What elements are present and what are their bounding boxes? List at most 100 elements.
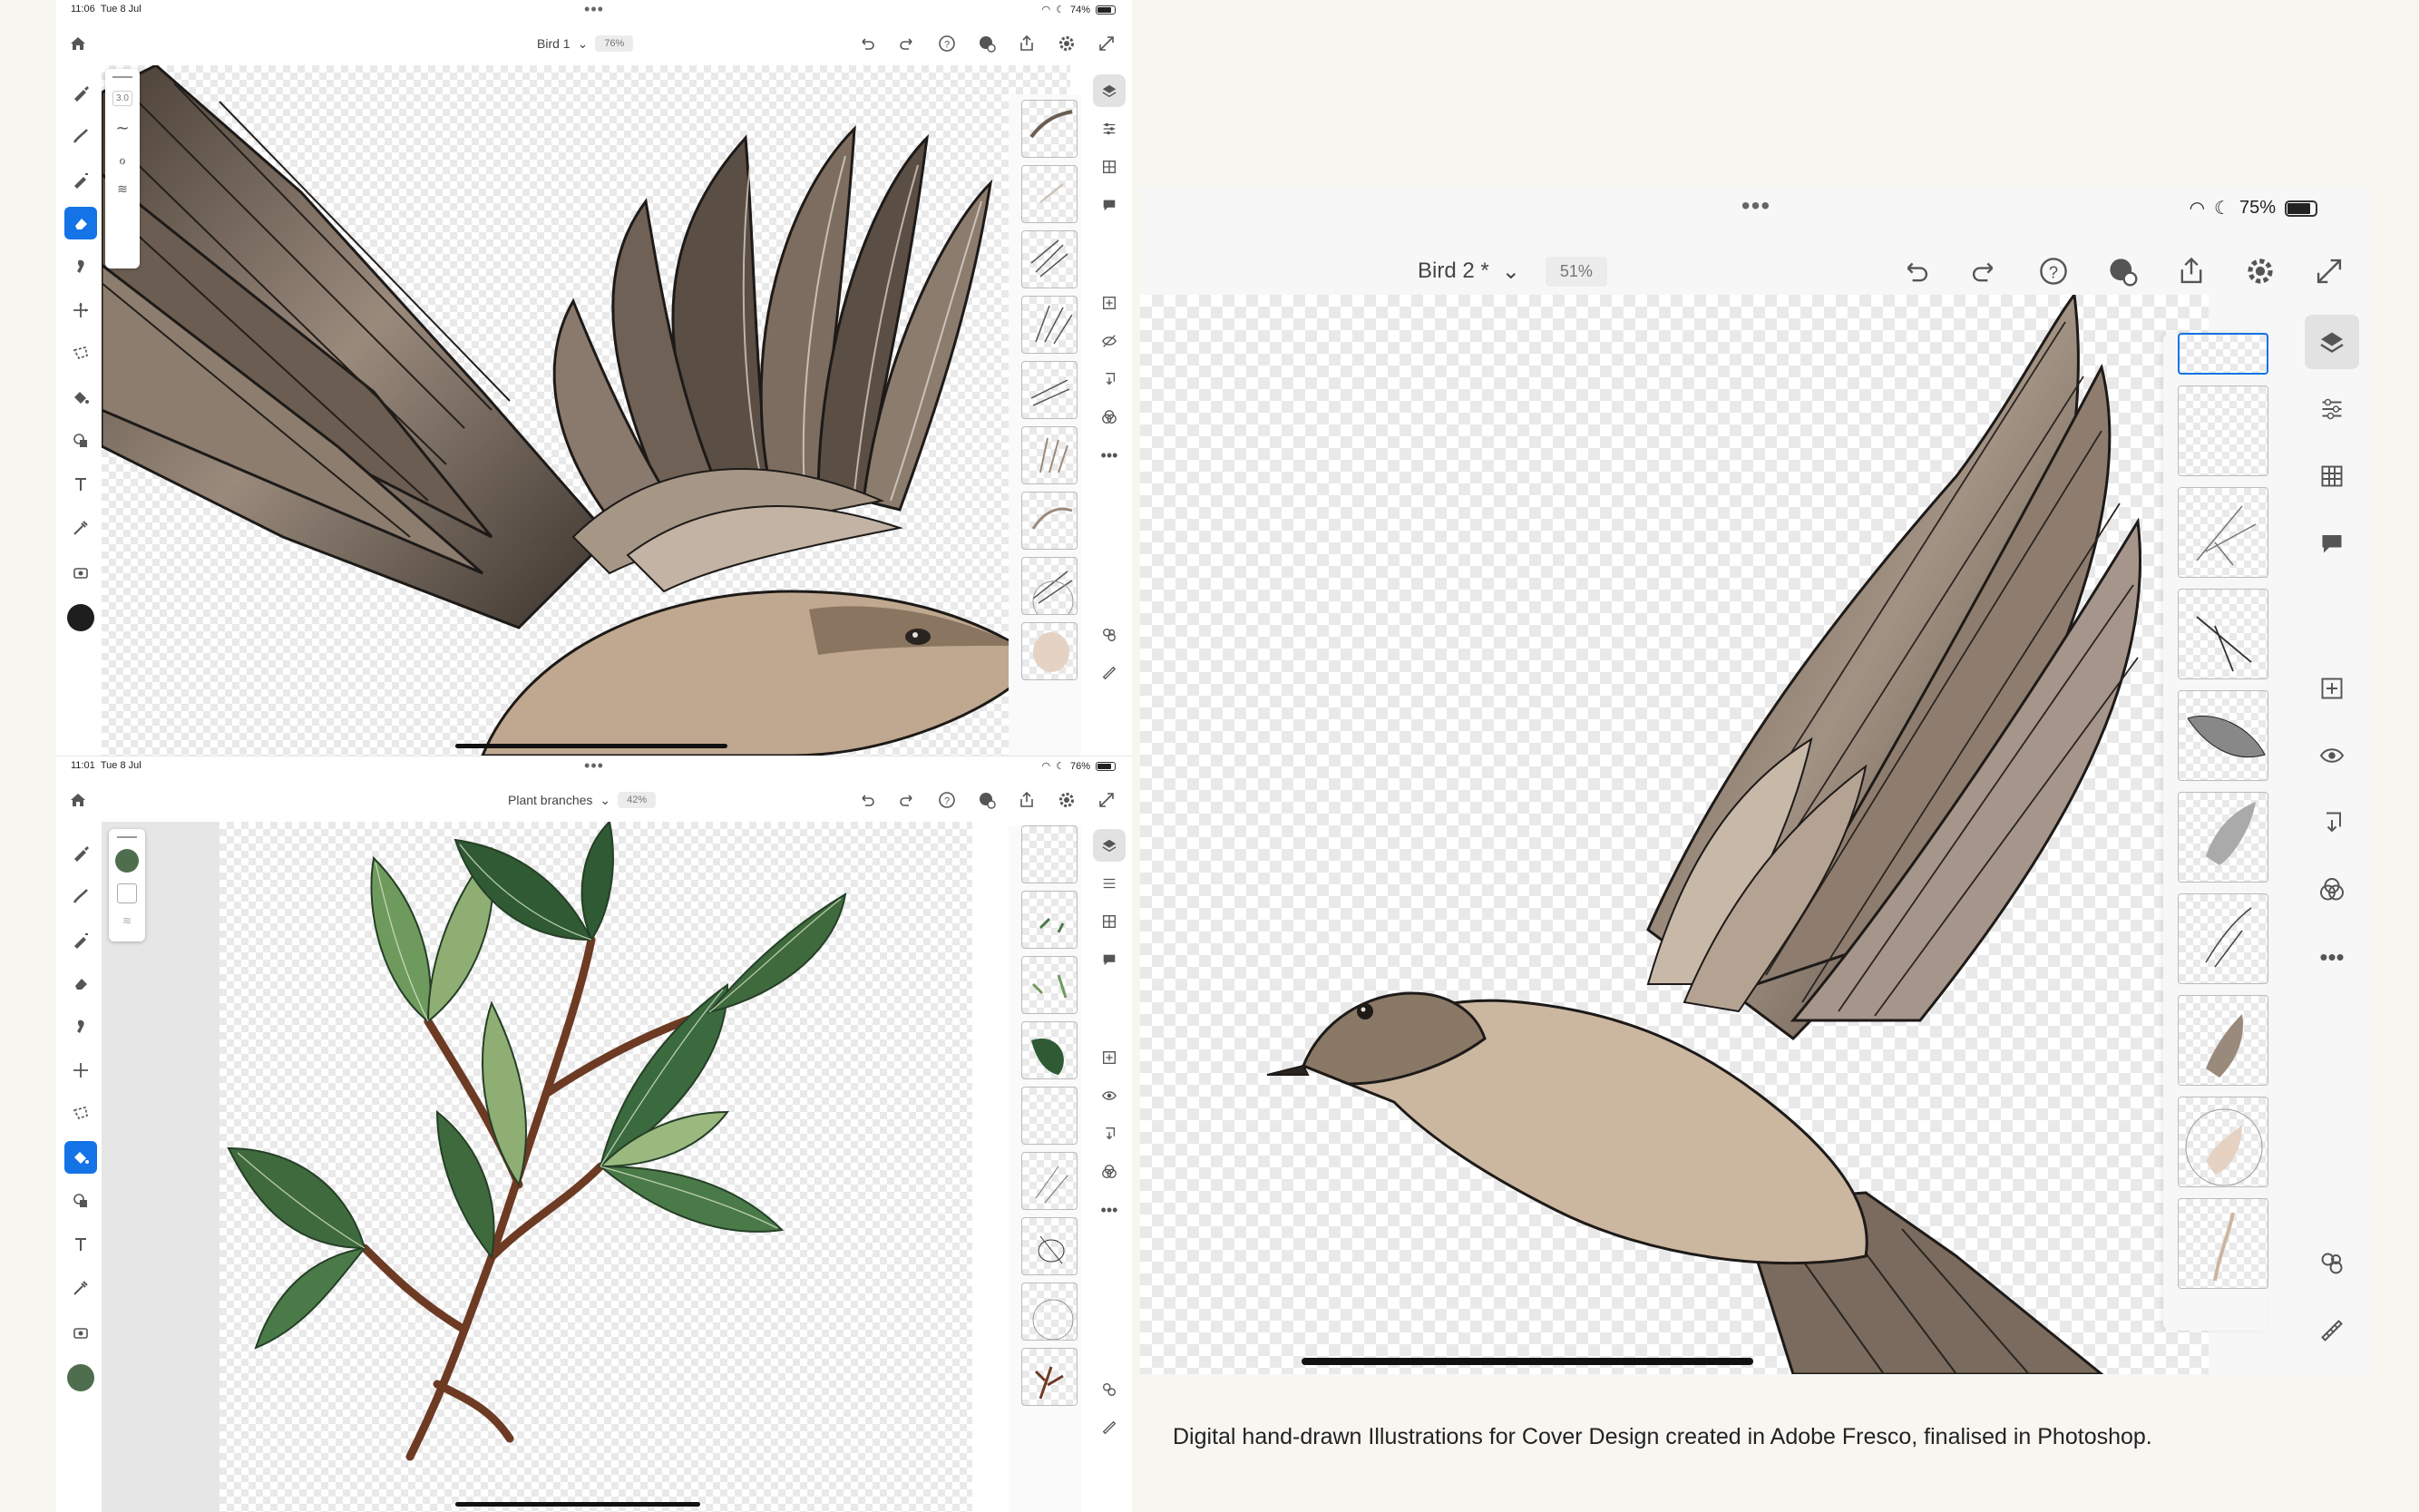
shapes-icon[interactable] — [64, 1185, 97, 1217]
zoom-level[interactable]: 51% — [1545, 256, 1607, 287]
shapes-icon[interactable] — [64, 424, 97, 457]
vector-brush-icon[interactable] — [64, 923, 97, 956]
undo-icon[interactable] — [858, 791, 876, 809]
live-brush-icon[interactable] — [64, 120, 97, 152]
shapes-overlay-icon[interactable] — [2305, 1236, 2359, 1291]
zoom-level[interactable]: 42% — [618, 792, 657, 808]
document-title-group[interactable]: Bird 2 * ⌄ 51% — [1418, 256, 1607, 287]
layers-icon[interactable] — [1093, 829, 1126, 862]
multitask-dots[interactable]: ••• — [584, 756, 604, 776]
eyedropper-icon[interactable] — [64, 1272, 97, 1304]
layer-thumbnail[interactable] — [2178, 1198, 2268, 1289]
vector-brush-icon[interactable] — [64, 163, 97, 196]
layer-thumbnail[interactable] — [1021, 891, 1078, 949]
smudge-icon[interactable] — [64, 250, 97, 283]
ruler-icon[interactable] — [1093, 1411, 1126, 1444]
settings-icon[interactable] — [1058, 34, 1076, 53]
home-indicator[interactable] — [455, 1502, 700, 1507]
multitask-dots[interactable]: ••• — [584, 0, 604, 19]
shapes-overlay-icon[interactable] — [1093, 1373, 1126, 1406]
layer-thumbnail[interactable] — [2178, 385, 2268, 476]
fullscreen-icon[interactable] — [1097, 791, 1116, 809]
document-title-group[interactable]: Bird 1 ⌄ 76% — [537, 35, 634, 52]
layer-properties-icon[interactable] — [1093, 112, 1126, 145]
document-title[interactable]: Bird 2 * — [1418, 259, 1489, 284]
blend-mode-icon[interactable] — [1093, 401, 1126, 434]
ruler-icon[interactable] — [2305, 1303, 2359, 1358]
home-icon[interactable] — [69, 34, 87, 53]
shapes-overlay-icon[interactable] — [1093, 619, 1126, 651]
redo-icon[interactable] — [1969, 256, 2000, 287]
visibility-icon[interactable] — [1093, 1079, 1126, 1112]
layer-thumbnail[interactable] — [1021, 1348, 1078, 1406]
home-indicator[interactable] — [455, 744, 727, 748]
color-swatch[interactable] — [67, 1364, 94, 1391]
help-icon[interactable]: ? — [938, 791, 956, 809]
canvas[interactable] — [1140, 291, 2209, 1376]
comment-icon[interactable] — [2305, 516, 2359, 571]
comment-icon[interactable] — [1093, 943, 1126, 976]
layer-thumbnail[interactable] — [1021, 492, 1078, 550]
layer-properties-icon[interactable] — [1093, 867, 1126, 900]
visibility-icon[interactable] — [2305, 728, 2359, 783]
multitask-dots[interactable]: ••• — [1741, 191, 1770, 220]
blend-mode-icon[interactable] — [2305, 863, 2359, 917]
layer-thumbnail[interactable] — [1021, 1283, 1078, 1341]
share-icon[interactable] — [2176, 256, 2207, 287]
blend-mode-icon[interactable] — [1093, 1156, 1126, 1188]
pixel-brush-icon[interactable] — [64, 836, 97, 869]
layer-thumbnail[interactable] — [2178, 487, 2268, 578]
fill-icon[interactable] — [64, 1141, 97, 1174]
layers-icon[interactable] — [1093, 74, 1126, 107]
pixel-brush-icon[interactable] — [64, 76, 97, 109]
layer-thumbnail[interactable] — [2178, 1097, 2268, 1187]
layer-thumbnail[interactable] — [1021, 622, 1078, 680]
layer-thumbnail[interactable] — [2178, 690, 2268, 781]
brush-size-value[interactable]: 3.0 — [112, 91, 132, 106]
more-icon[interactable]: ••• — [1093, 1194, 1126, 1226]
layer-thumbnail[interactable] — [1021, 557, 1078, 615]
help-icon[interactable]: ? — [2038, 256, 2069, 287]
layer-thumbnail[interactable] — [1021, 230, 1078, 288]
share-icon[interactable] — [1018, 34, 1036, 53]
eyedropper-icon[interactable] — [64, 512, 97, 544]
stroke-smoothing-icon[interactable]: ∼ — [115, 119, 129, 138]
home-icon[interactable] — [69, 791, 87, 809]
eraser-icon[interactable] — [64, 967, 97, 1000]
layer-thumbnail[interactable] — [1021, 1217, 1078, 1275]
selection-icon[interactable] — [64, 337, 97, 370]
layer-thumbnail[interactable] — [1021, 165, 1078, 223]
layer-properties-icon[interactable] — [2305, 382, 2359, 436]
layer-thumbnail[interactable] — [1021, 956, 1078, 1014]
comment-icon[interactable] — [1093, 189, 1126, 221]
grid-icon[interactable] — [2305, 449, 2359, 503]
add-layer-icon[interactable] — [1093, 287, 1126, 319]
document-title[interactable]: Plant branches — [508, 793, 592, 807]
layer-thumbnail[interactable] — [1021, 825, 1078, 883]
chevron-down-icon[interactable]: ⌄ — [600, 793, 610, 808]
fill-layer-icon[interactable] — [117, 883, 137, 903]
layer-thumbnail[interactable] — [1021, 426, 1078, 484]
layer-thumbnail[interactable] — [2178, 589, 2268, 679]
layer-thumbnail[interactable] — [1021, 296, 1078, 354]
settings-icon[interactable] — [1058, 791, 1076, 809]
zoom-level[interactable]: 76% — [595, 35, 634, 52]
transform-icon[interactable] — [64, 294, 97, 327]
ruler-icon[interactable] — [1093, 657, 1126, 689]
pressure-icon[interactable]: ℴ — [119, 151, 125, 169]
layer-thumbnail[interactable] — [1021, 100, 1078, 158]
undo-icon[interactable] — [858, 34, 876, 53]
fullscreen-icon[interactable] — [2314, 256, 2345, 287]
more-icon[interactable]: ••• — [1093, 439, 1126, 472]
invite-icon[interactable] — [2107, 256, 2138, 287]
layer-thumbnail[interactable] — [2178, 995, 2268, 1086]
live-brush-icon[interactable] — [64, 880, 97, 912]
more-icon[interactable]: ••• — [2305, 930, 2359, 984]
text-icon[interactable] — [64, 1228, 97, 1261]
invite-icon[interactable] — [978, 34, 996, 53]
redo-icon[interactable] — [898, 34, 916, 53]
layer-thumbnail[interactable] — [1021, 1152, 1078, 1210]
selection-icon[interactable] — [64, 1097, 97, 1130]
transform-icon[interactable] — [64, 1054, 97, 1087]
merge-down-icon[interactable] — [1093, 1117, 1126, 1150]
